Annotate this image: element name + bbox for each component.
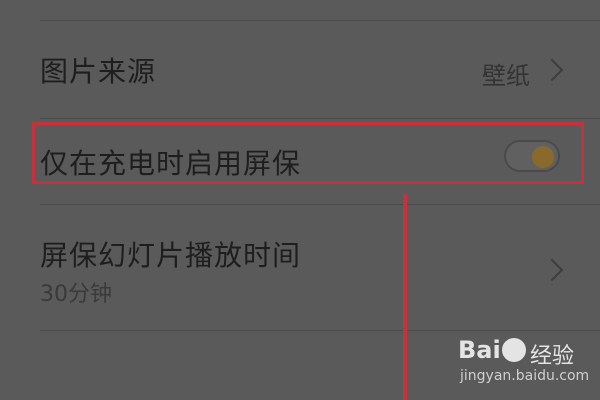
chevron-right-icon: [540, 58, 564, 82]
image-source-row[interactable]: 图片来源 壁纸: [0, 22, 600, 118]
divider-2: [40, 204, 600, 205]
watermark-brand: Bai: [458, 336, 501, 364]
baidu-paw-icon: [502, 338, 526, 362]
baidu-watermark: Bai 经验 jingyan.baidu.com: [436, 330, 590, 390]
highlight-box: [32, 122, 584, 184]
slideshow-time-row[interactable]: 屏保幻灯片播放时间 30分钟: [0, 206, 600, 330]
slideshow-time-value: 30分钟: [40, 282, 112, 307]
divider-1: [40, 118, 600, 119]
watermark-suffix: 经验: [530, 344, 575, 369]
slideshow-time-label: 屏保幻灯片播放时间: [40, 239, 302, 272]
image-source-value: 壁纸: [482, 62, 530, 90]
image-source-label: 图片来源: [40, 55, 157, 88]
annotation-line: [403, 194, 407, 400]
divider-top: [40, 20, 600, 21]
chevron-right-icon: [540, 258, 564, 282]
watermark-url: jingyan.baidu.com: [460, 368, 590, 384]
